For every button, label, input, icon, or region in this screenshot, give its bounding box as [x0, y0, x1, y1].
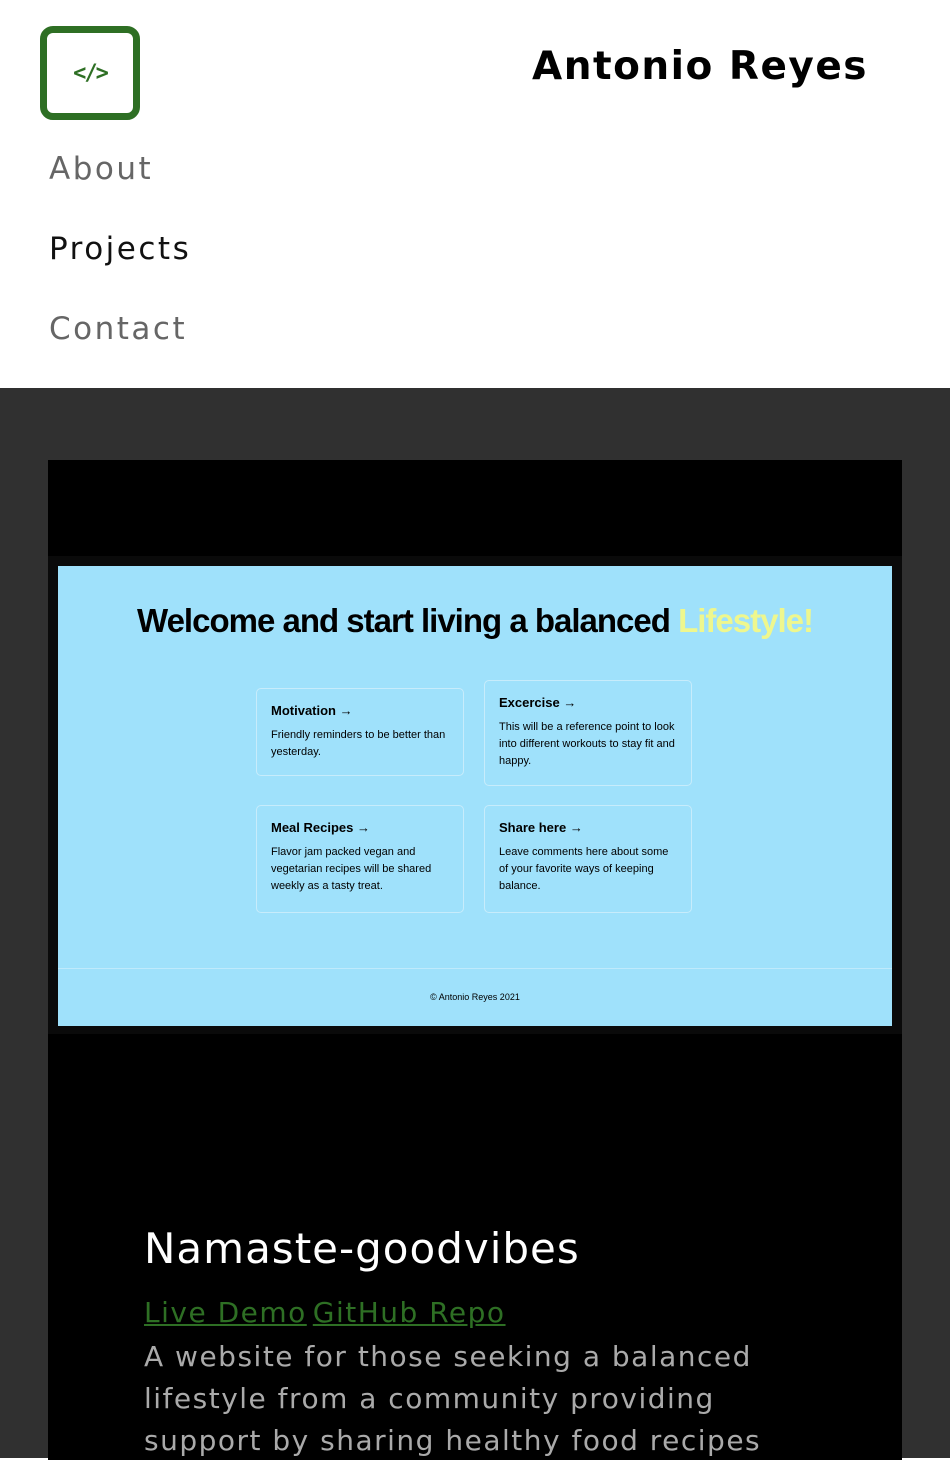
nav-contact[interactable]: Contact — [49, 311, 187, 347]
preview-card-exercise: Excercise → This will be a reference poi… — [484, 680, 692, 786]
preview-card-meal-recipes: Meal Recipes → Flavor jam packed vegan a… — [256, 805, 464, 913]
project-preview-image: Welcome and start living a balanced Life… — [58, 566, 892, 1026]
preview-card-title: Meal Recipes → — [271, 820, 370, 835]
preview-card-share-here: Share here → Leave comments here about s… — [484, 805, 692, 913]
github-repo-link[interactable]: GitHub Repo — [313, 1296, 506, 1329]
preview-divider — [58, 968, 892, 969]
nav-about[interactable]: About — [49, 151, 153, 187]
live-demo-link[interactable]: Live Demo — [144, 1296, 307, 1329]
preview-headline-main: Welcome and start living a balanced — [137, 602, 679, 639]
preview-card-title: Excercise → — [499, 695, 577, 710]
project-card: Welcome and start living a balanced Life… — [48, 460, 902, 1460]
logo-link[interactable]: </> — [40, 26, 140, 120]
projects-section: Welcome and start living a balanced Life… — [0, 388, 950, 1460]
preview-footer: © Antonio Reyes 2021 — [430, 992, 520, 1002]
project-description: A website for those seeking a balanced l… — [144, 1340, 762, 1457]
site-name: Antonio Reyes — [532, 44, 868, 89]
preview-headline: Welcome and start living a balanced Life… — [58, 602, 892, 640]
project-links: Live Demo GitHub Repo — [144, 1296, 512, 1329]
nav-projects[interactable]: Projects — [49, 231, 191, 267]
preview-card-title: Motivation → — [271, 703, 353, 718]
preview-card-text: Leave comments here about some of your f… — [499, 846, 669, 892]
preview-card-title: Share here → — [499, 820, 583, 835]
site-header: </> Antonio Reyes About Projects Contact — [0, 0, 950, 388]
preview-card-text: Flavor jam packed vegan and vegetarian r… — [271, 846, 432, 892]
preview-card-text: Friendly reminders to be better than yes… — [271, 729, 446, 758]
preview-headline-accent: Lifestyle! — [678, 602, 814, 639]
preview-card-motivation: Motivation → Friendly reminders to be be… — [256, 688, 464, 776]
code-icon: </> — [73, 60, 109, 86]
project-preview-frame: Welcome and start living a balanced Life… — [48, 556, 902, 1034]
preview-card-text: This will be a reference point to look i… — [499, 721, 675, 767]
project-title: Namaste-goodvibes — [144, 1224, 580, 1273]
